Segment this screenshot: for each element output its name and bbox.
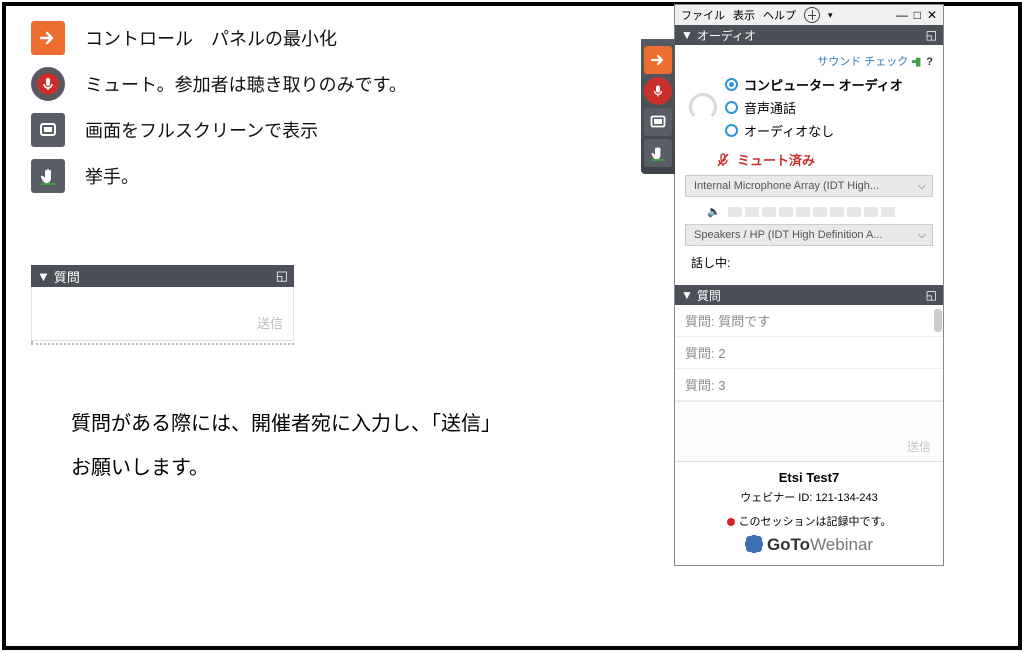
- raise-hand-icon: [31, 159, 65, 193]
- scrollbar-thumb[interactable]: [934, 309, 942, 332]
- send-button[interactable]: 送信: [907, 438, 931, 455]
- popout-icon[interactable]: ◱: [276, 268, 288, 284]
- minimize-panel-icon: [31, 21, 65, 55]
- mic-level-meter: 🔈: [707, 205, 933, 218]
- send-button[interactable]: 送信: [257, 313, 283, 332]
- recording-label: このセッションは記録中です。: [739, 516, 892, 528]
- control-sidebar: [641, 39, 675, 174]
- audio-option-computer-label: コンピューター オーディオ: [744, 75, 903, 94]
- sidebar-minimize-button[interactable]: [644, 46, 672, 74]
- speaker-device-select[interactable]: Speakers / HP (IDT High Definition A... …: [685, 224, 933, 246]
- legend-mute-label: ミュート。参加者は聴き取りのみです。: [85, 71, 407, 97]
- legend-row-minimize: コントロール パネルの最小化: [31, 21, 611, 55]
- muted-status: ミュート済み: [715, 150, 933, 169]
- fullscreen-icon: [31, 113, 65, 147]
- recording-status: このセッションは記録中です。: [675, 513, 943, 529]
- menu-help[interactable]: ヘルプ: [763, 7, 796, 23]
- panel-footer: Etsi Test7 ウェビナー ID: 121-134-243 このセッション…: [675, 461, 943, 565]
- headset-icon: [689, 93, 717, 121]
- popout-icon[interactable]: ◱: [926, 288, 937, 302]
- muted-label: ミュート済み: [737, 150, 815, 169]
- control-panel: ファイル 表示 ヘルプ ▾ — □ ✕ ▼ オーディオ ◱ サウンド チェック …: [674, 4, 944, 566]
- sidebar-fullscreen-button[interactable]: [644, 108, 672, 136]
- instruction-text: 質問がある際には、開催者宛に入力し、「送信」 お願いします。: [71, 402, 611, 490]
- mute-icon: [31, 67, 65, 101]
- webinar-name: Etsi Test7: [675, 470, 943, 485]
- question-text: 質問: 2: [685, 346, 725, 361]
- mic-device-label: Internal Microphone Array (IDT High...: [694, 180, 879, 192]
- audio-option-none[interactable]: オーディオなし: [725, 121, 933, 140]
- mic-device-select[interactable]: Internal Microphone Array (IDT High... ⌵: [685, 175, 933, 197]
- window-close-button[interactable]: ✕: [927, 8, 937, 22]
- window-minimize-button[interactable]: —: [896, 8, 908, 22]
- audio-option-none-label: オーディオなし: [744, 121, 834, 140]
- audio-section-body: サウンド チェック ▪▪▮ ? コンピューター オーディオ 音声通話 オーディオ…: [675, 45, 943, 285]
- talking-now-label: 話し中:: [685, 252, 933, 277]
- menu-file[interactable]: ファイル: [681, 7, 725, 23]
- question-row[interactable]: 質問: 質問です: [675, 305, 943, 337]
- instruction-line1: 質問がある際には、開催者宛に入力し、「送信」: [71, 402, 611, 446]
- brand-text-1: GoTo: [767, 535, 810, 554]
- signal-bars-icon: ▪▪▮: [911, 56, 919, 68]
- window-maximize-button[interactable]: □: [914, 8, 921, 22]
- legend-row-mute: ミュート。参加者は聴き取りのみです。: [31, 67, 611, 101]
- popout-icon[interactable]: ◱: [926, 28, 937, 42]
- audio-option-phone[interactable]: 音声通話: [725, 98, 933, 117]
- sidebar-raisehand-button[interactable]: [644, 139, 672, 167]
- radio-icon: [725, 78, 738, 91]
- radio-icon: [725, 124, 738, 137]
- chevron-down-icon: ⌵: [918, 229, 926, 242]
- collapse-icon: ▼: [37, 269, 50, 284]
- legend-row-raisehand: 挙手。: [31, 159, 611, 193]
- legend-fullscreen-label: 画面をフルスクリーンで表示: [85, 117, 318, 143]
- questions-section-title: 質問: [697, 287, 721, 304]
- help-icon[interactable]: ?: [926, 56, 933, 68]
- questions-section-header[interactable]: ▼ 質問 ◱: [675, 285, 943, 305]
- question-input-area[interactable]: 送信: [31, 287, 294, 341]
- language-chevron-icon[interactable]: ▾: [828, 10, 833, 21]
- question-text: 質問: 3: [685, 378, 725, 393]
- titlebar: ファイル 表示 ヘルプ ▾ — □ ✕: [675, 5, 943, 25]
- audio-section-title: オーディオ: [697, 27, 756, 44]
- question-row[interactable]: 質問: 2: [675, 337, 943, 369]
- legend-row-fullscreen: 画面をフルスクリーンで表示: [31, 113, 611, 147]
- legend-minimize-label: コントロール パネルの最小化: [85, 25, 337, 51]
- sidebar-mute-button[interactable]: [644, 77, 672, 105]
- collapse-icon: ▼: [681, 28, 693, 42]
- question-row[interactable]: 質問: 3: [675, 369, 943, 401]
- menu-view[interactable]: 表示: [733, 7, 755, 23]
- chevron-down-icon: ⌵: [918, 180, 926, 193]
- question-input[interactable]: 送信: [675, 401, 943, 461]
- question-text: 質問: 質問です: [685, 314, 770, 329]
- audio-option-computer[interactable]: コンピューター オーディオ: [725, 75, 933, 94]
- brand-logo: GoToWebinar: [675, 535, 943, 555]
- audio-option-phone-label: 音声通話: [744, 98, 796, 117]
- legend-area: コントロール パネルの最小化 ミュート。参加者は聴き取りのみです。 画面をフルス…: [31, 21, 611, 490]
- record-dot-icon: [727, 518, 735, 526]
- question-panel-sample: ▼ 質問 ◱ 送信: [31, 265, 294, 347]
- radio-icon: [725, 101, 738, 114]
- speaker-device-label: Speakers / HP (IDT High Definition A...: [694, 229, 883, 241]
- question-panel-title: 質問: [54, 267, 80, 286]
- resize-grip[interactable]: [31, 341, 294, 347]
- brand-text-2: Webinar: [810, 535, 873, 554]
- question-panel-header[interactable]: ▼ 質問 ◱: [31, 265, 294, 287]
- webinar-id: ウェビナー ID: 121-134-243: [675, 489, 943, 505]
- collapse-icon: ▼: [681, 288, 693, 302]
- instruction-line2: お願いします。: [71, 446, 611, 490]
- gotowebinar-flower-icon: [745, 535, 763, 553]
- muted-mic-icon: [715, 152, 731, 168]
- audio-section-header[interactable]: ▼ オーディオ ◱: [675, 25, 943, 45]
- sound-check-link[interactable]: サウンド チェック: [817, 56, 908, 68]
- questions-list: 質問: 質問です 質問: 2 質問: 3 送信: [675, 305, 943, 461]
- legend-raisehand-label: 挙手。: [85, 163, 139, 189]
- language-icon[interactable]: [804, 7, 820, 23]
- speaker-icon: 🔈: [707, 205, 721, 218]
